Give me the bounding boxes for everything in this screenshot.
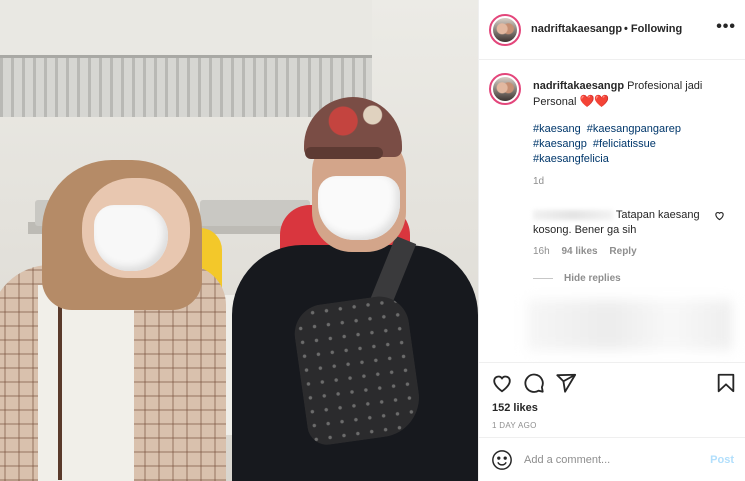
username-link[interactable]: nadriftakaesangp <box>531 23 622 35</box>
man-face-mask <box>318 176 400 240</box>
comment-like-heart-icon[interactable] <box>714 210 725 224</box>
woman-bag-strap <box>58 290 62 480</box>
comment-icon[interactable] <box>522 371 546 395</box>
heart-icon[interactable] <box>490 371 514 395</box>
kitchen-hood <box>0 55 372 117</box>
hashtag-link[interactable]: #kaesang <box>533 123 581 135</box>
more-horizontal-icon[interactable]: ••• <box>716 18 736 36</box>
posted-time[interactable]: 1 DAY AGO <box>492 421 537 430</box>
avatar[interactable] <box>489 73 521 105</box>
hashtag-link[interactable]: #feliciatissue <box>593 138 656 150</box>
comment-meta: 16h 94 likes Reply <box>533 246 646 257</box>
caption-time[interactable]: 1d <box>533 176 544 187</box>
following-button[interactable]: • Following <box>624 23 682 35</box>
hashtag-link[interactable]: #kaesangpangarep <box>587 123 681 135</box>
woman-face-mask <box>94 205 168 271</box>
blurred-commenter-name <box>533 210 613 221</box>
bookmark-icon[interactable] <box>714 371 738 395</box>
post-side-panel: nadriftakaesangp • Following ••• nadrift… <box>478 0 745 481</box>
hashtag-link[interactable]: #kaesangfelicia <box>533 153 609 165</box>
caption-username-link[interactable]: nadriftakaesangp <box>533 80 624 92</box>
comment-likes[interactable]: 94 likes <box>561 246 597 257</box>
man-crossbody-bag <box>290 292 425 448</box>
kitchen-wall <box>0 0 372 56</box>
hashtag-link[interactable]: #kaesangp <box>533 138 587 150</box>
comment-time[interactable]: 16h <box>533 246 550 257</box>
post-photo[interactable] <box>0 0 478 481</box>
emoji-icon[interactable] <box>491 449 513 471</box>
post-button[interactable]: Post <box>710 454 734 466</box>
comment-composer: Post <box>479 437 745 481</box>
avatar[interactable] <box>489 14 521 46</box>
reply-button[interactable]: Reply <box>609 246 636 257</box>
share-icon[interactable] <box>554 371 578 395</box>
man-cap-brim <box>305 147 383 159</box>
likes-count[interactable]: 152 likes <box>492 402 538 414</box>
replies-divider <box>533 278 553 279</box>
action-bar: 152 likes 1 DAY AGO <box>479 362 745 437</box>
caption-text: nadriftakaesangp Profesional jadi Person… <box>533 79 733 110</box>
hashtag-list: #kaesang #kaesangpangarep #kaesangp #fel… <box>533 122 733 167</box>
heart-emoji: ❤️❤️ <box>579 94 610 108</box>
blurred-reply <box>527 300 732 350</box>
comment-input[interactable] <box>524 454 694 466</box>
hide-replies-button[interactable]: Hide replies <box>564 273 621 284</box>
woman-top <box>38 285 134 481</box>
comment-text: Tatapan kaesang kosong. Bener ga sih <box>533 208 708 238</box>
post-header: nadriftakaesangp • Following ••• <box>479 0 745 60</box>
